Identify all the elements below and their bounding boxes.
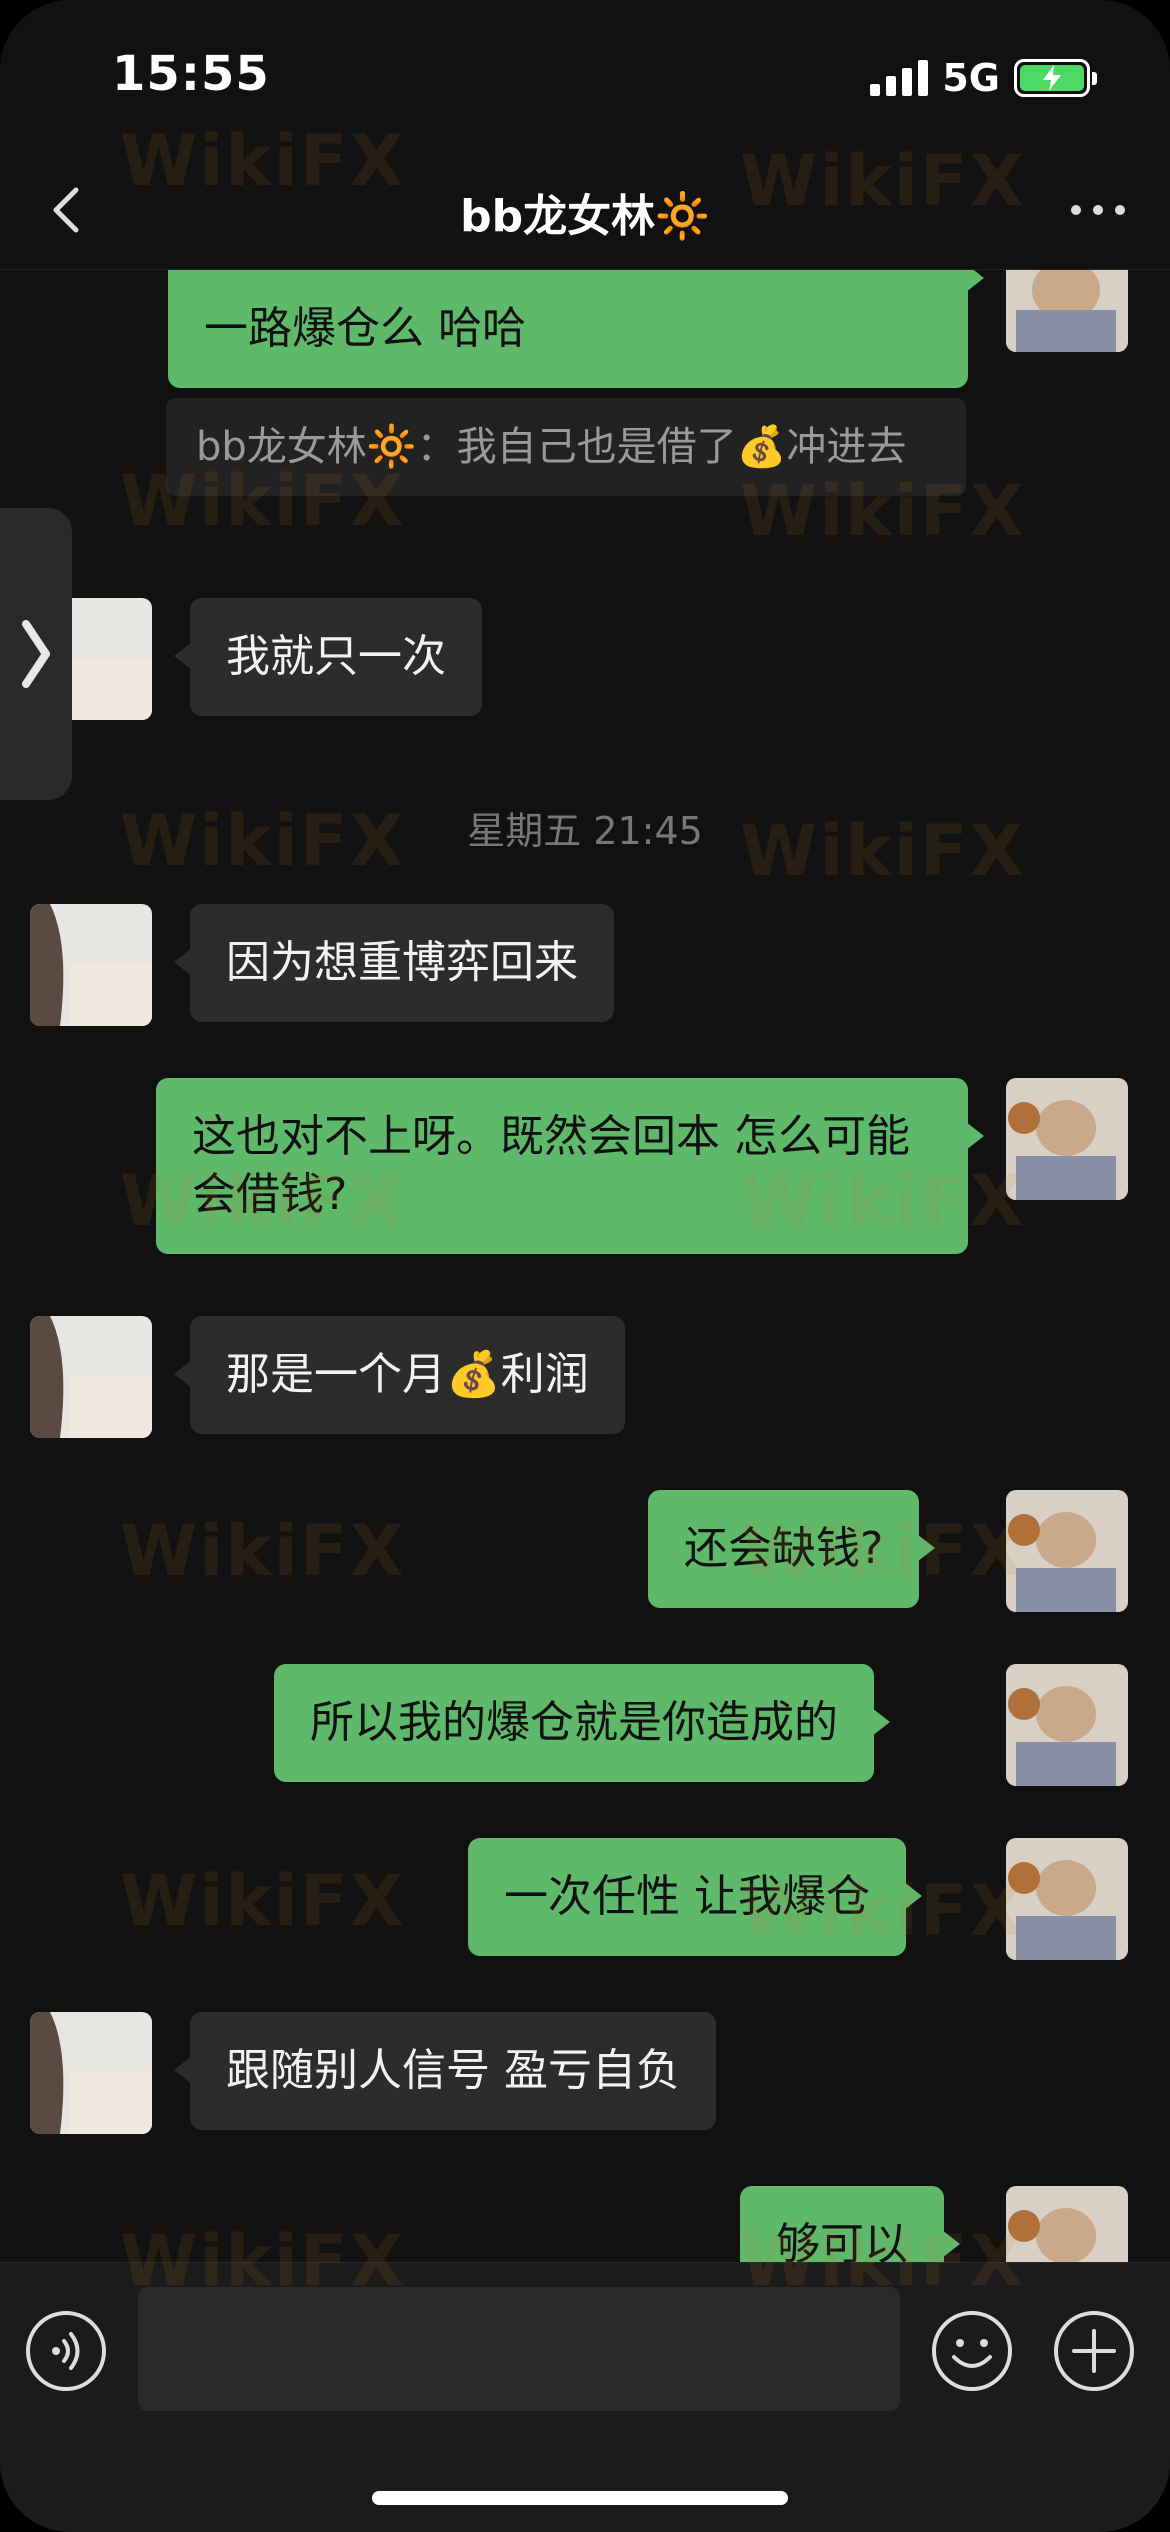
- message-bubble-incoming[interactable]: 因为想重博弈回来: [174, 904, 614, 1022]
- message-text: 够可以: [776, 2219, 908, 2262]
- message-text: 还会缺钱?: [684, 1523, 884, 1574]
- message-bubble-outgoing[interactable]: 一次任性 让我爆仓: [468, 1838, 922, 1956]
- message-text: 我就只一次: [226, 631, 446, 682]
- message-text: 那是一个月💰利润: [226, 1349, 589, 1400]
- message-bubble-incoming[interactable]: 跟随别人信号 盈亏自负: [174, 2012, 716, 2130]
- message-bubble-outgoing[interactable]: 够可以: [740, 2186, 960, 2262]
- more-icon[interactable]: [1066, 188, 1130, 232]
- message-bubble-incoming[interactable]: 我就只一次: [174, 598, 482, 716]
- chat-title: bb龙女林🔆: [460, 191, 710, 242]
- signal-icon: [870, 60, 929, 96]
- status-icons: 5G: [870, 56, 1097, 100]
- side-expand-tab[interactable]: [0, 508, 72, 800]
- message-list[interactable]: 一路爆仓么 哈哈 bb龙女林🔆：我自己也是借了💰冲进去 我就只一次 星期五 21…: [0, 270, 1170, 2262]
- status-bar: 15:55 5G: [0, 0, 1170, 150]
- plus-icon[interactable]: [1052, 2309, 1136, 2393]
- home-indicator: [372, 2491, 788, 2505]
- avatar-self[interactable]: [1006, 1078, 1128, 1200]
- chat-header: bb龙女林🔆: [0, 150, 1170, 270]
- message-bubble-outgoing[interactable]: 这也对不上呀。既然会回本 怎么可能会借钱?: [156, 1078, 984, 1254]
- message-timestamp: 星期五 21:45: [467, 809, 703, 853]
- avatar-contact[interactable]: [30, 2012, 152, 2134]
- input-bar: [0, 2262, 1170, 2532]
- message-input[interactable]: [138, 2287, 900, 2411]
- message-text: 这也对不上呀。既然会回本 怎么可能会借钱?: [192, 1111, 910, 1220]
- voice-icon[interactable]: [24, 2309, 108, 2393]
- message-bubble-outgoing[interactable]: 还会缺钱?: [648, 1490, 936, 1608]
- avatar-contact[interactable]: [30, 1316, 152, 1438]
- emoji-icon[interactable]: [930, 2309, 1014, 2393]
- message-text: 跟随别人信号 盈亏自负: [226, 2045, 680, 2096]
- phone-screen: 15:55 5G bb龙女林🔆 一路爆仓么 哈哈 bb龙女林🔆：我自己也是借了💰…: [0, 0, 1170, 2532]
- expand-chevron-icon: [22, 620, 50, 688]
- avatar-self[interactable]: [1006, 2186, 1128, 2262]
- network-label: 5G: [942, 56, 1000, 100]
- message-text: 因为想重博弈回来: [226, 937, 578, 988]
- battery-icon: [1014, 59, 1097, 97]
- message-text: 一路爆仓么 哈哈: [204, 303, 526, 354]
- avatar-self[interactable]: [1006, 270, 1128, 352]
- quoted-reply[interactable]: bb龙女林🔆：我自己也是借了💰冲进去: [166, 398, 966, 496]
- quote-text: bb龙女林🔆：我自己也是借了💰冲进去: [196, 424, 907, 470]
- message-bubble-outgoing[interactable]: 所以我的爆仓就是你造成的: [274, 1664, 890, 1782]
- message-text: 所以我的爆仓就是你造成的: [310, 1697, 838, 1748]
- avatar-self[interactable]: [1006, 1838, 1128, 1960]
- message-bubble-incoming[interactable]: 那是一个月💰利润: [174, 1316, 625, 1434]
- avatar-contact[interactable]: [30, 904, 152, 1026]
- avatar-self[interactable]: [1006, 1664, 1128, 1786]
- status-time: 15:55: [112, 46, 270, 102]
- message-bubble-outgoing[interactable]: 一路爆仓么 哈哈: [168, 270, 984, 388]
- message-text: 一次任性 让我爆仓: [504, 1871, 870, 1922]
- avatar-self[interactable]: [1006, 1490, 1128, 1612]
